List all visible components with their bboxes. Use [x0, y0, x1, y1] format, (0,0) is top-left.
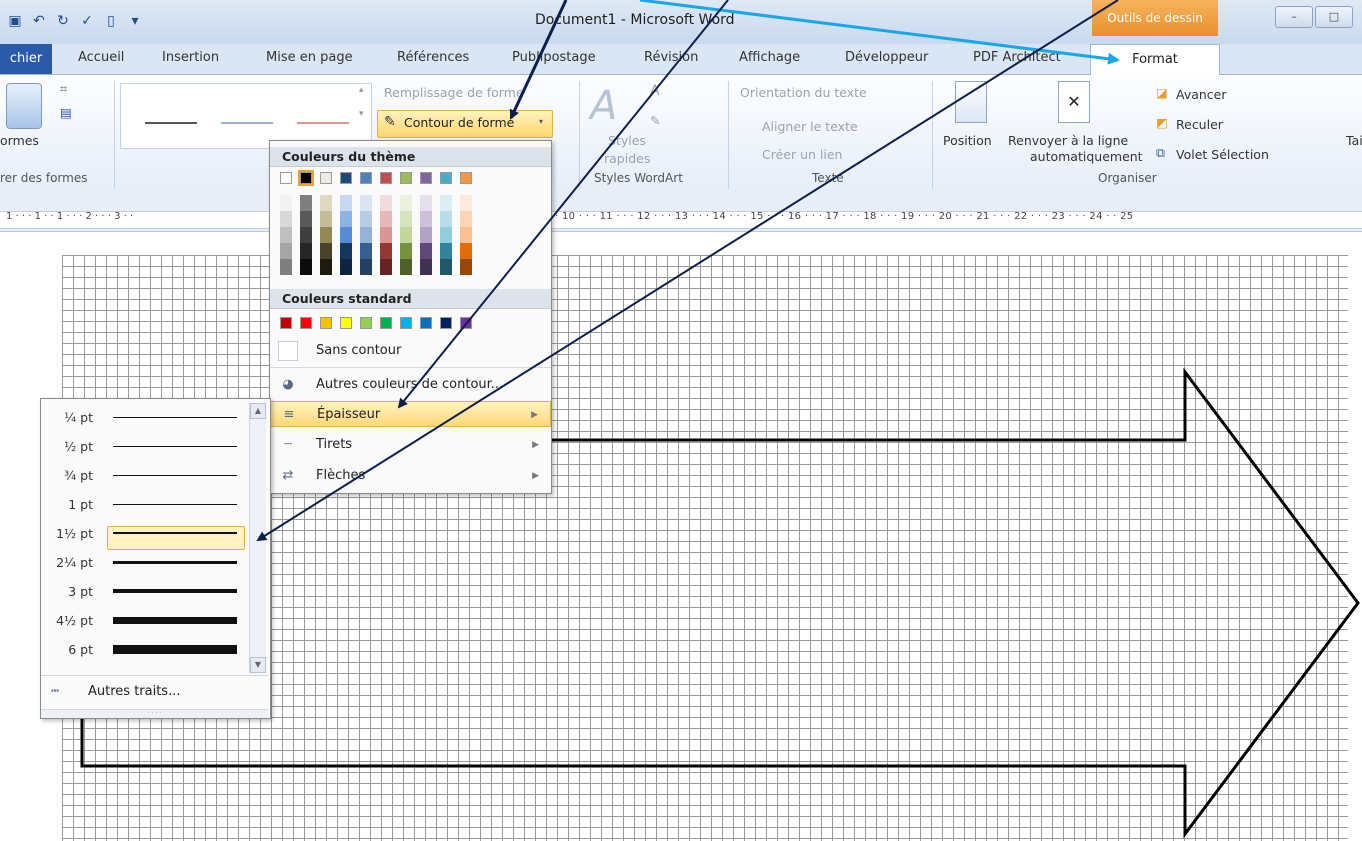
- annotation-arrow-outline: [509, 0, 568, 120]
- annotation-arrow-selected-weight: [256, 0, 1119, 542]
- annotation-arrows: [256, 0, 1120, 542]
- annotation-arrow-weight: [397, 0, 729, 409]
- annotation-arrow-format: [639, 0, 1120, 65]
